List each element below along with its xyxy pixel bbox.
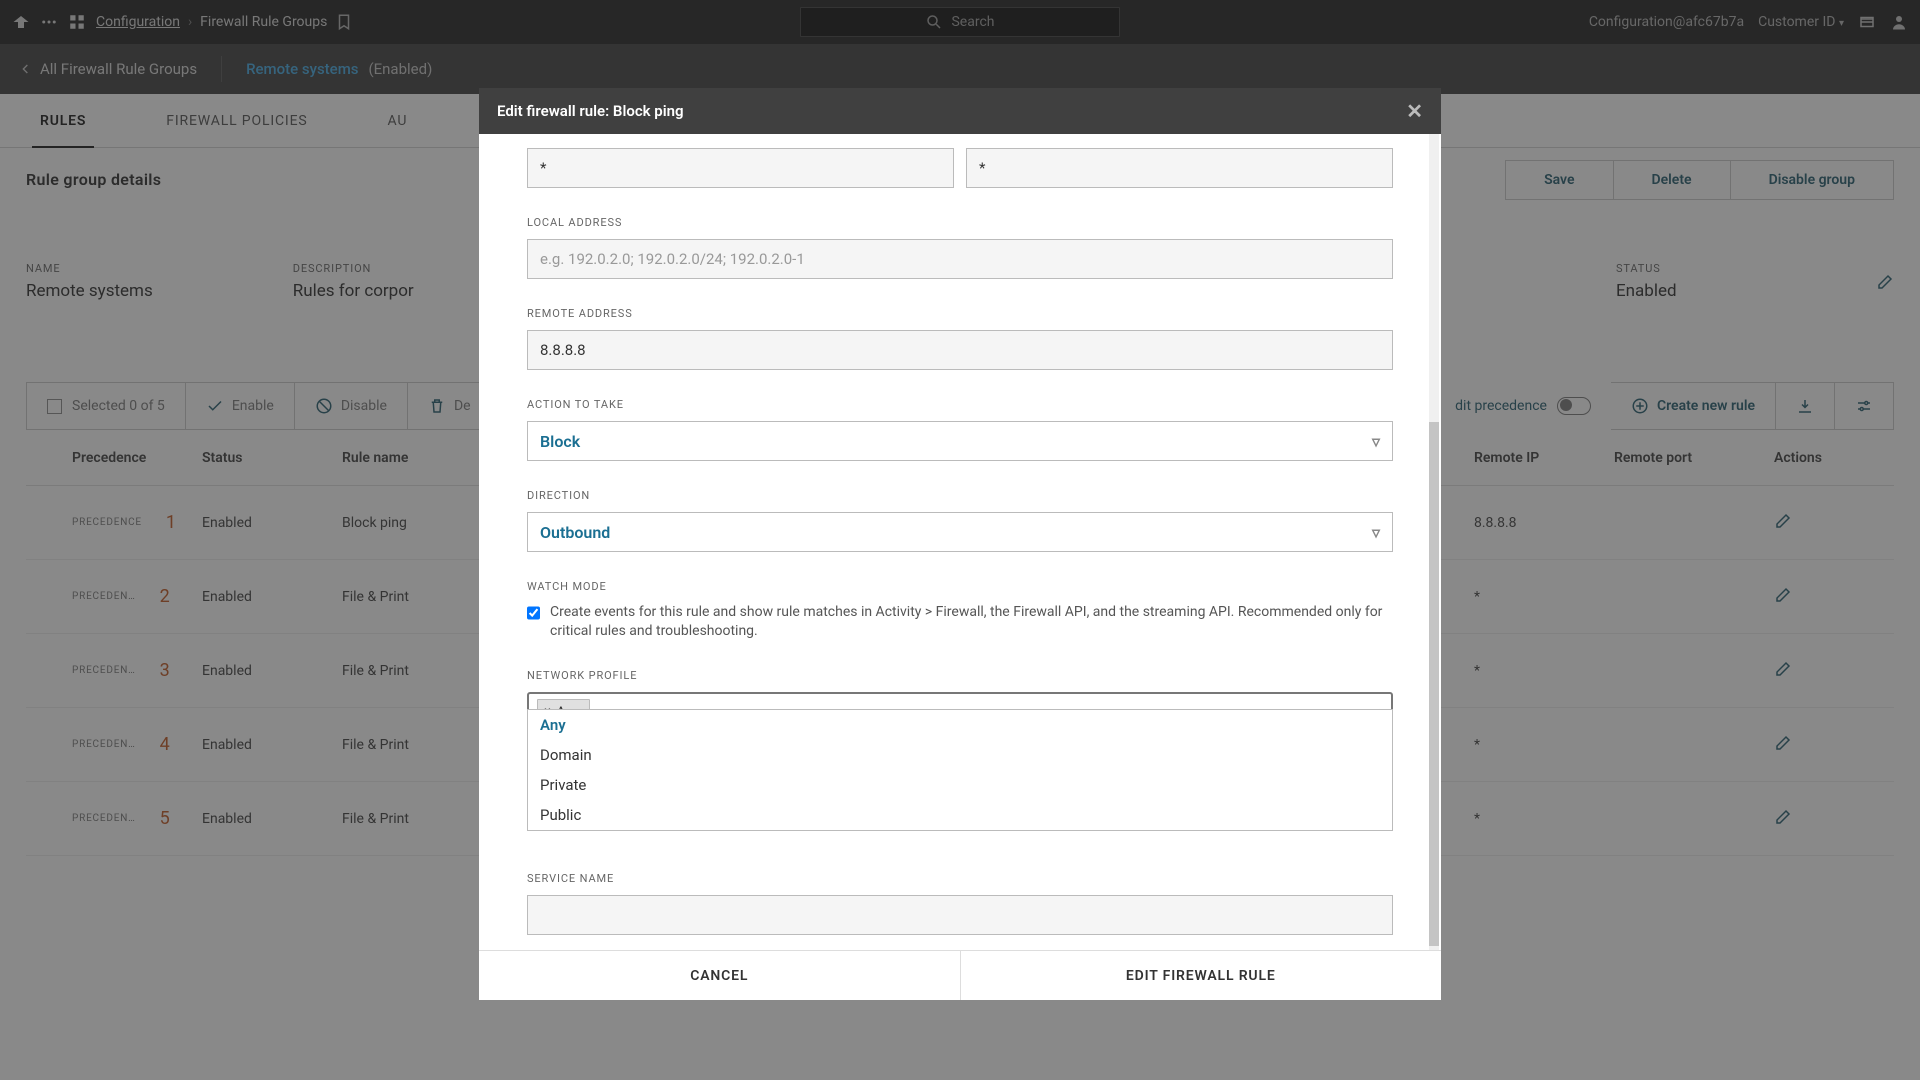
action-value: Block (540, 432, 580, 451)
action-label: ACTION TO TAKE (527, 398, 1393, 411)
local-address-label: LOCAL ADDRESS (527, 216, 1393, 229)
watch-mode-label: WATCH MODE (527, 580, 1393, 593)
service-name-label: SERVICE NAME (527, 872, 1393, 885)
edit-rule-modal: Edit firewall rule: Block ping ✕ LOCAL A… (479, 88, 1441, 1000)
network-profile-option-private[interactable]: Private (528, 770, 1392, 800)
close-icon[interactable]: ✕ (1406, 99, 1423, 123)
port-remote-input[interactable] (966, 148, 1393, 188)
remote-address-input[interactable] (527, 330, 1393, 370)
network-profile-label: NETWORK PROFILE (527, 669, 1393, 682)
network-profile-option-any[interactable]: Any (528, 710, 1392, 740)
network-profile-option-domain[interactable]: Domain (528, 740, 1392, 770)
modal-title: Edit firewall rule: Block ping (497, 102, 684, 120)
watch-mode-description: Create events for this rule and show rul… (550, 603, 1393, 641)
modal-footer: CANCEL EDIT FIREWALL RULE (479, 950, 1441, 1000)
modal-title-bar: Edit firewall rule: Block ping ✕ (479, 88, 1441, 134)
cancel-button[interactable]: CANCEL (479, 951, 960, 1000)
edit-firewall-rule-button[interactable]: EDIT FIREWALL RULE (960, 951, 1442, 1000)
network-profile-dropdown: Any Domain Private Public (527, 709, 1393, 831)
direction-value: Outbound (540, 523, 610, 542)
chevron-down-icon: ▿ (1372, 523, 1380, 542)
scrollbar-thumb[interactable] (1429, 422, 1439, 946)
chevron-down-icon: ▿ (1372, 432, 1380, 451)
port-local-input[interactable] (527, 148, 954, 188)
network-profile-option-public[interactable]: Public (528, 800, 1392, 830)
local-address-input[interactable] (527, 239, 1393, 279)
service-name-input[interactable] (527, 895, 1393, 935)
direction-label: DIRECTION (527, 489, 1393, 502)
watch-mode-checkbox[interactable] (527, 606, 540, 620)
direction-select[interactable]: Outbound ▿ (527, 512, 1393, 552)
remote-address-label: REMOTE ADDRESS (527, 307, 1393, 320)
action-select[interactable]: Block ▿ (527, 421, 1393, 461)
